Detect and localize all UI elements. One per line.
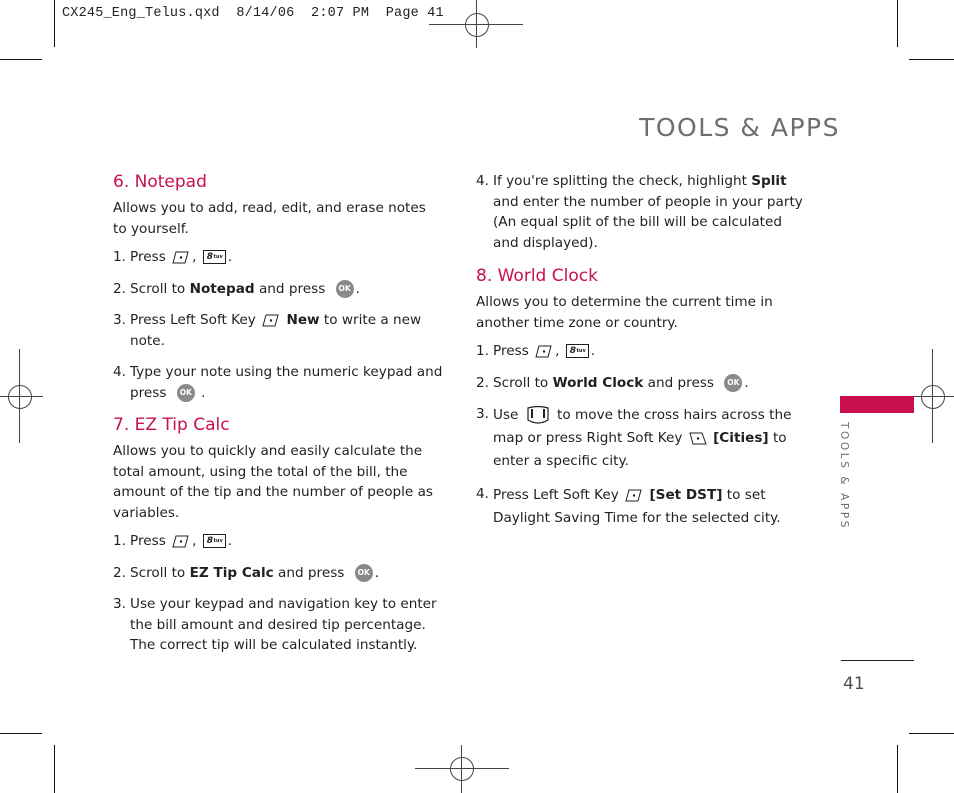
left-soft-key-icon [262, 314, 279, 326]
step: 2. Scroll to World Clock and press OK. [476, 373, 749, 392]
section-tab-marker [840, 396, 914, 413]
ok-key-icon: OK [724, 373, 743, 392]
step: 2. Scroll to Notepad and press OK. [113, 279, 360, 298]
menu-item-ez-tip-calc: EZ Tip Calc [189, 564, 274, 581]
page-number-rule [841, 660, 914, 661]
section-ez-tip-calc: 7. EZ Tip Calc Allows you to quickly and… [113, 414, 443, 656]
page-number: 41 [843, 674, 865, 694]
left-soft-key-icon [172, 251, 189, 263]
section-notepad: 6. Notepad Allows you to add, read, edit… [113, 171, 443, 403]
section-intro: Allows you to determine the current time… [476, 294, 773, 331]
section-world-clock: 8. World Clock Allows you to determine t… [476, 265, 806, 530]
step: 1. Press , 8 tuv. [113, 533, 233, 549]
section-intro: Allows you to add, read, edit, and erase… [113, 200, 426, 237]
left-soft-key-icon [535, 345, 552, 357]
step: 3. Use to move the cross hairs across th… [476, 405, 792, 469]
soft-key-label-cities: [Cities] [713, 430, 769, 446]
soft-key-label-new: New [286, 312, 320, 328]
crop-mark [54, 0, 55, 47]
crop-mark [909, 59, 954, 60]
key-8-icon: 8 tuv [565, 344, 589, 358]
ok-key-icon: OK [176, 383, 195, 402]
page-title: TOOLS & APPS [639, 112, 840, 142]
menu-item-notepad: Notepad [189, 280, 255, 297]
ok-key-icon: OK [335, 279, 354, 298]
crop-mark [0, 59, 42, 60]
section-heading: 8. World Clock [476, 266, 598, 286]
navigation-key-icon [527, 405, 549, 424]
key-8-icon: 8 tuv [202, 534, 226, 548]
step: 4. Type your note using the numeric keyp… [113, 364, 443, 402]
crop-mark [897, 745, 898, 793]
step: 3. Press Left Soft Key New to write a ne… [113, 312, 422, 349]
crop-mark [0, 733, 42, 734]
ok-key-icon: OK [354, 563, 373, 582]
print-slug: CX245_Eng_Telus.qxd 8/14/06 2:07 PM Page… [62, 6, 444, 21]
right-column: 4. If you're splitting the check, highli… [476, 171, 806, 541]
step: 1. Press , 8 tuv. [476, 343, 596, 359]
step: 3. Use your keypad and navigation key to… [113, 596, 437, 653]
key-8-icon: 8 tuv [202, 250, 226, 264]
right-soft-key-icon [689, 432, 707, 444]
left-column: 6. Notepad Allows you to add, read, edit… [113, 171, 443, 667]
left-soft-key-icon [172, 535, 189, 547]
crop-mark [897, 0, 898, 47]
soft-key-label-set-dst: [Set DST] [649, 487, 723, 503]
menu-item-world-clock: World Clock [552, 374, 644, 391]
option-split: Split [751, 173, 787, 189]
crop-mark [54, 745, 55, 793]
section-intro: Allows you to quickly and easily calcula… [113, 443, 434, 521]
section-heading: 7. EZ Tip Calc [113, 415, 230, 435]
step: 4. If you're splitting the check, highli… [476, 173, 803, 251]
step: 1. Press , 8 tuv. [113, 249, 233, 265]
step: 2. Scroll to EZ Tip Calc and press OK. [113, 563, 380, 582]
side-section-label: TOOLS & APPS [838, 422, 850, 531]
section-heading: 6. Notepad [113, 172, 207, 192]
left-soft-key-icon [625, 489, 642, 501]
step: 4. Press Left Soft Key [Set DST] to set … [476, 486, 781, 526]
crop-mark [909, 733, 954, 734]
